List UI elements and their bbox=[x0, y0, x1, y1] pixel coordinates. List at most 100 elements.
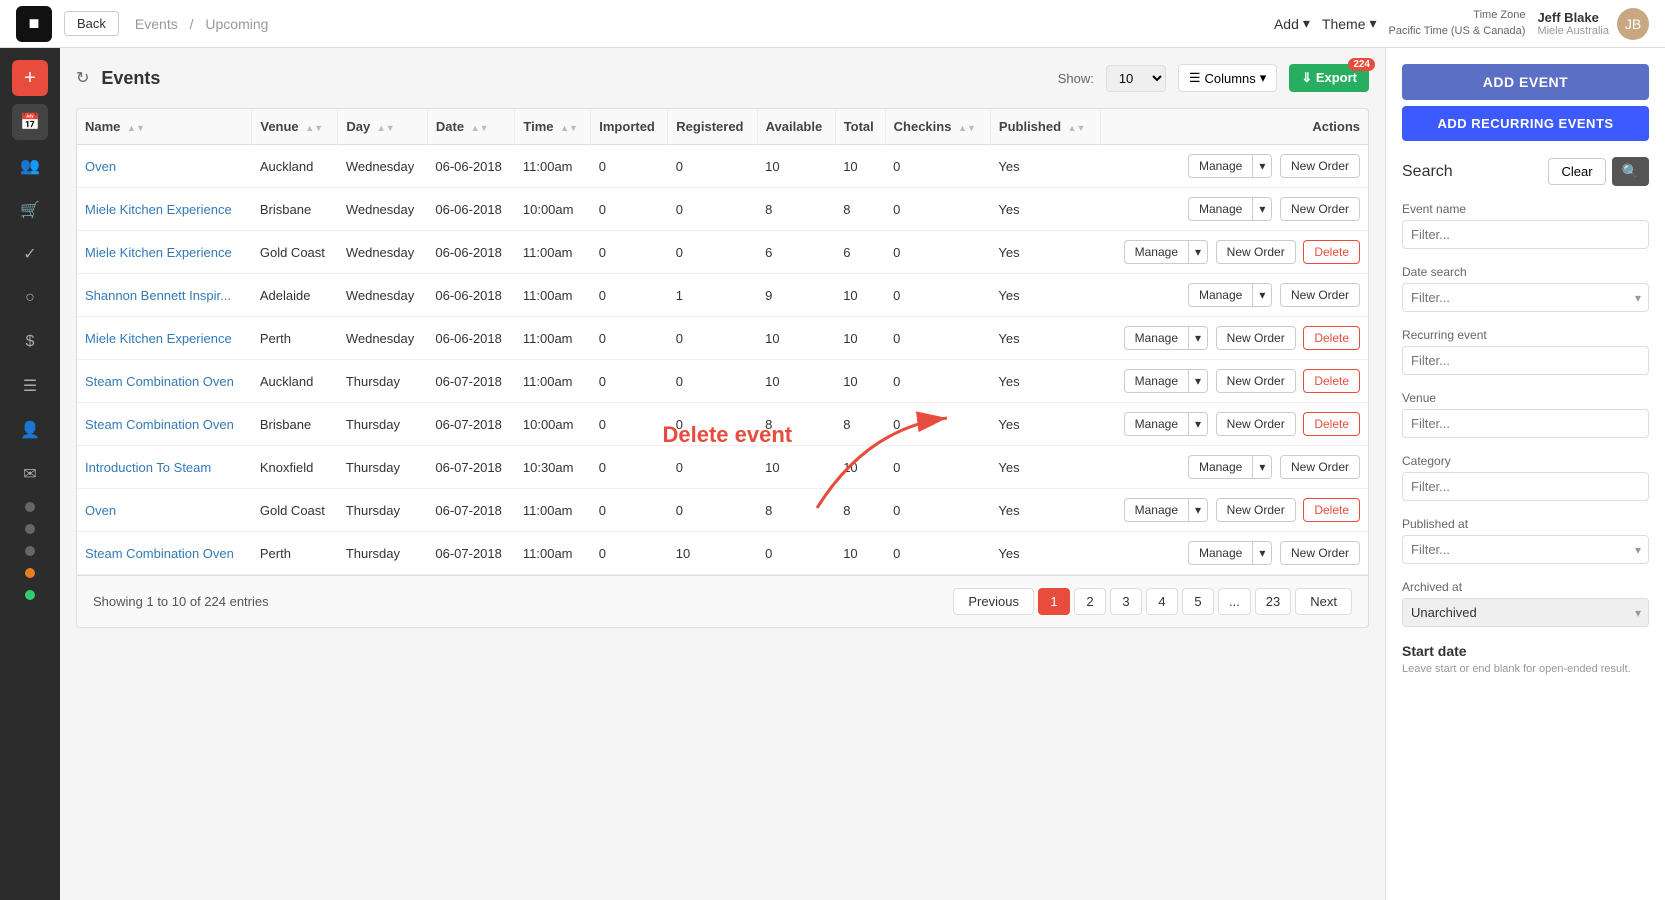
new-order-button[interactable]: New Order bbox=[1280, 197, 1360, 221]
cell-name: Steam Combination Oven bbox=[77, 532, 252, 575]
new-order-button[interactable]: New Order bbox=[1280, 455, 1360, 479]
next-button[interactable]: Next bbox=[1295, 588, 1352, 615]
cell-imported: 0 bbox=[591, 532, 668, 575]
sidebar-icon-dollar[interactable]: $ bbox=[12, 324, 48, 360]
venue-input[interactable] bbox=[1402, 409, 1649, 438]
col-registered[interactable]: Registered bbox=[668, 109, 757, 145]
new-order-button[interactable]: New Order bbox=[1216, 369, 1296, 393]
new-order-button[interactable]: New Order bbox=[1280, 154, 1360, 178]
add-button[interactable]: Add ▾ bbox=[1274, 15, 1310, 32]
event-link[interactable]: Shannon Bennett Inspir... bbox=[85, 288, 231, 303]
event-link[interactable]: Miele Kitchen Experience bbox=[85, 245, 232, 260]
col-time[interactable]: Time ▲▼ bbox=[515, 109, 591, 145]
delete-button[interactable]: Delete bbox=[1303, 240, 1360, 264]
col-name[interactable]: Name ▲▼ bbox=[77, 109, 252, 145]
sidebar-add-button[interactable]: + bbox=[12, 60, 48, 96]
delete-button[interactable]: Delete bbox=[1303, 498, 1360, 522]
page-3-button[interactable]: 3 bbox=[1110, 588, 1142, 615]
archived-at-select[interactable]: Unarchived Archived bbox=[1402, 598, 1649, 627]
manage-button[interactable]: Manage bbox=[1188, 197, 1253, 221]
manage-button[interactable]: Manage bbox=[1124, 498, 1189, 522]
clear-button[interactable]: Clear bbox=[1548, 158, 1605, 185]
sidebar-icon-check[interactable]: ✓ bbox=[12, 236, 48, 272]
published-at-input[interactable] bbox=[1402, 535, 1649, 564]
manage-dropdown-button[interactable]: ▾ bbox=[1253, 455, 1272, 479]
theme-button[interactable]: Theme ▾ bbox=[1322, 15, 1377, 32]
manage-dropdown-button[interactable]: ▾ bbox=[1189, 498, 1208, 522]
new-order-button[interactable]: New Order bbox=[1280, 541, 1360, 565]
col-venue[interactable]: Venue ▲▼ bbox=[252, 109, 338, 145]
event-link[interactable]: Oven bbox=[85, 503, 116, 518]
cell-venue: Auckland bbox=[252, 360, 338, 403]
sidebar-icon-cart[interactable]: 🛒 bbox=[12, 192, 48, 228]
sidebar-dot-5 bbox=[25, 590, 35, 600]
new-order-button[interactable]: New Order bbox=[1216, 498, 1296, 522]
page-5-button[interactable]: 5 bbox=[1182, 588, 1214, 615]
manage-dropdown-button[interactable]: ▾ bbox=[1253, 283, 1272, 307]
page-2-button[interactable]: 2 bbox=[1074, 588, 1106, 615]
new-order-button[interactable]: New Order bbox=[1216, 412, 1296, 436]
col-checkins[interactable]: Checkins ▲▼ bbox=[885, 109, 990, 145]
manage-button[interactable]: Manage bbox=[1188, 541, 1253, 565]
manage-button[interactable]: Manage bbox=[1124, 326, 1189, 350]
new-order-button[interactable]: New Order bbox=[1216, 240, 1296, 264]
col-date[interactable]: Date ▲▼ bbox=[427, 109, 515, 145]
columns-button[interactable]: ☰ Columns ▾ bbox=[1178, 64, 1277, 92]
page-4-button[interactable]: 4 bbox=[1146, 588, 1178, 615]
col-available[interactable]: Available bbox=[757, 109, 835, 145]
manage-button[interactable]: Manage bbox=[1124, 412, 1189, 436]
sidebar-icon-globe[interactable]: ○ bbox=[12, 280, 48, 316]
new-order-button[interactable]: New Order bbox=[1280, 283, 1360, 307]
delete-button[interactable]: Delete bbox=[1303, 326, 1360, 350]
manage-dropdown-button[interactable]: ▾ bbox=[1253, 154, 1272, 178]
manage-dropdown-button[interactable]: ▾ bbox=[1189, 240, 1208, 264]
sidebar-icon-user[interactable]: 👤 bbox=[12, 412, 48, 448]
event-link[interactable]: Oven bbox=[85, 159, 116, 174]
manage-dropdown-button[interactable]: ▾ bbox=[1189, 326, 1208, 350]
export-button[interactable]: ⇓ Export 224 bbox=[1289, 64, 1369, 92]
sidebar-icon-list[interactable]: ☰ bbox=[12, 368, 48, 404]
page-1-button[interactable]: 1 bbox=[1038, 588, 1070, 615]
event-link[interactable]: Steam Combination Oven bbox=[85, 417, 234, 432]
sidebar-icon-people[interactable]: 👥 bbox=[12, 148, 48, 184]
event-link[interactable]: Miele Kitchen Experience bbox=[85, 202, 232, 217]
add-event-button[interactable]: ADD EVENT bbox=[1402, 64, 1649, 100]
add-recurring-button[interactable]: ADD RECURRING EVENTS bbox=[1402, 106, 1649, 141]
page-23-button[interactable]: 23 bbox=[1255, 588, 1291, 615]
category-input[interactable] bbox=[1402, 472, 1649, 501]
previous-button[interactable]: Previous bbox=[953, 588, 1034, 615]
manage-dropdown-button[interactable]: ▾ bbox=[1253, 197, 1272, 221]
cell-registered: 0 bbox=[668, 403, 757, 446]
col-published[interactable]: Published ▲▼ bbox=[990, 109, 1100, 145]
cell-registered: 10 bbox=[668, 532, 757, 575]
refresh-button[interactable]: ↻ bbox=[76, 68, 89, 88]
sidebar-icon-calendar[interactable]: 📅 bbox=[12, 104, 48, 140]
event-link[interactable]: Steam Combination Oven bbox=[85, 374, 234, 389]
delete-button[interactable]: Delete bbox=[1303, 412, 1360, 436]
col-imported[interactable]: Imported bbox=[591, 109, 668, 145]
back-button[interactable]: Back bbox=[64, 11, 119, 36]
event-name-input[interactable] bbox=[1402, 220, 1649, 249]
recurring-event-input[interactable] bbox=[1402, 346, 1649, 375]
manage-button[interactable]: Manage bbox=[1124, 369, 1189, 393]
new-order-button[interactable]: New Order bbox=[1216, 326, 1296, 350]
search-button[interactable]: 🔍 bbox=[1612, 157, 1649, 186]
breadcrumb-events[interactable]: Events bbox=[135, 16, 178, 32]
manage-dropdown-button[interactable]: ▾ bbox=[1189, 412, 1208, 436]
delete-button[interactable]: Delete bbox=[1303, 369, 1360, 393]
col-total[interactable]: Total bbox=[835, 109, 885, 145]
show-select[interactable]: 10 25 50 100 bbox=[1106, 65, 1166, 92]
event-link[interactable]: Miele Kitchen Experience bbox=[85, 331, 232, 346]
manage-dropdown-button[interactable]: ▾ bbox=[1189, 369, 1208, 393]
manage-button[interactable]: Manage bbox=[1188, 283, 1253, 307]
manage-button[interactable]: Manage bbox=[1188, 154, 1253, 178]
col-day[interactable]: Day ▲▼ bbox=[338, 109, 428, 145]
event-link[interactable]: Steam Combination Oven bbox=[85, 546, 234, 561]
manage-dropdown-button[interactable]: ▾ bbox=[1253, 541, 1272, 565]
date-search-input[interactable] bbox=[1402, 283, 1649, 312]
event-link[interactable]: Introduction To Steam bbox=[85, 460, 211, 475]
manage-button[interactable]: Manage bbox=[1188, 455, 1253, 479]
manage-button[interactable]: Manage bbox=[1124, 240, 1189, 264]
events-table-wrap: Name ▲▼ Venue ▲▼ Day ▲▼ Date ▲▼ Time ▲▼ … bbox=[76, 108, 1369, 628]
sidebar-icon-mail[interactable]: ✉ bbox=[12, 456, 48, 492]
